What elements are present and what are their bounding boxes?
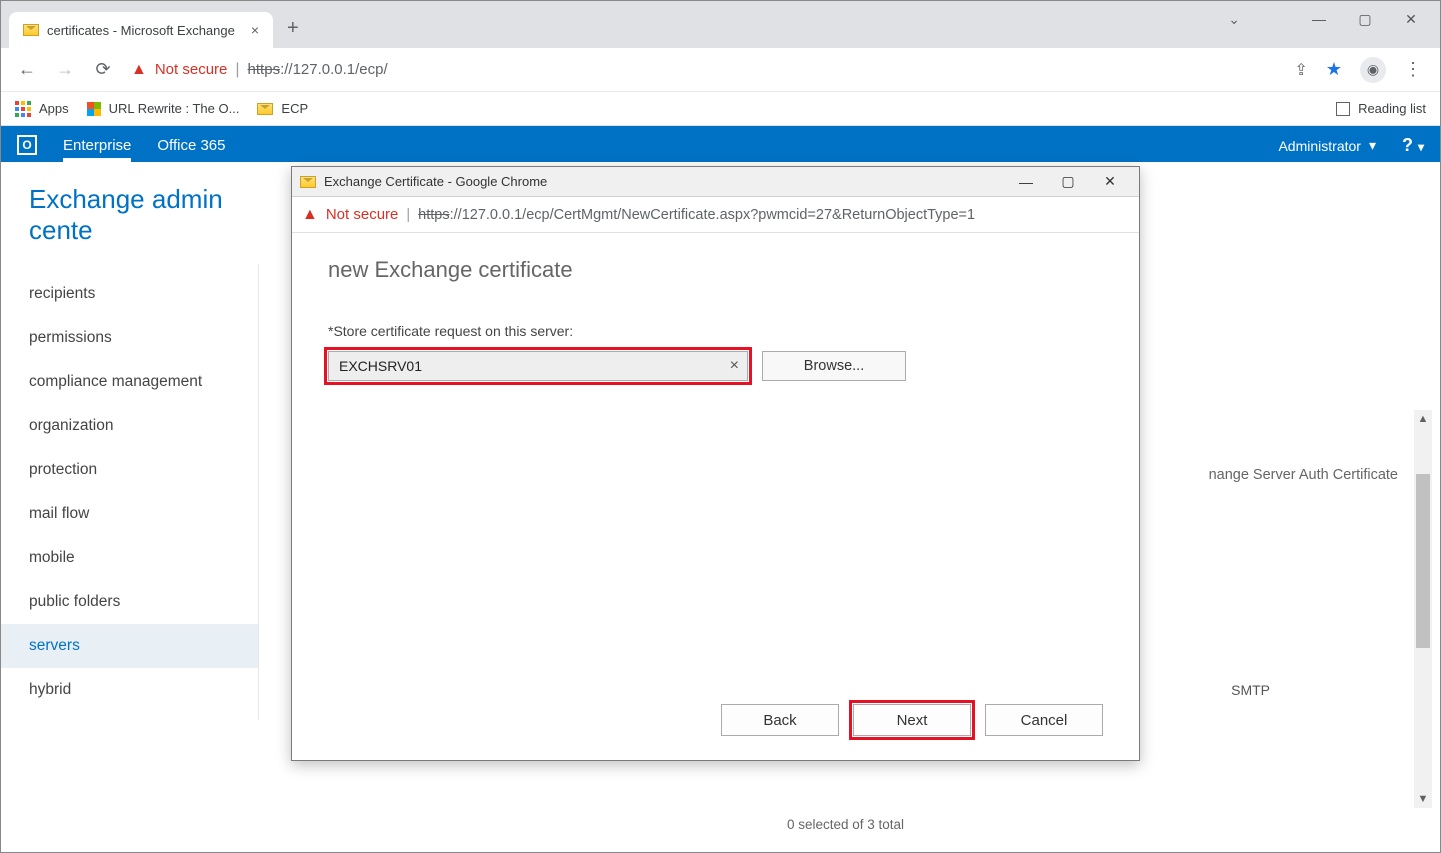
tab-overflow-icon[interactable]: ⌄ xyxy=(1228,11,1240,28)
sidebar-item-protection[interactable]: protection xyxy=(1,448,258,492)
popup-url: https://127.0.0.1/ecp/CertMgmt/NewCertif… xyxy=(418,207,975,223)
popup-body: new Exchange certificate *Store certific… xyxy=(292,233,1139,760)
list-icon xyxy=(1336,102,1350,116)
tab-favicon-icon xyxy=(23,24,39,36)
browser-tab-bar: certificates - Microsoft Exchange × + ⌄ … xyxy=(1,1,1440,48)
scroll-up-icon[interactable]: ▲ xyxy=(1414,410,1432,428)
profile-avatar-icon[interactable]: ◉ xyxy=(1360,57,1386,83)
nav-office365[interactable]: Office 365 xyxy=(157,137,225,162)
scroll-thumb[interactable] xyxy=(1416,474,1430,648)
page-title: Exchange admin cente xyxy=(1,162,259,264)
bookmark-url-rewrite[interactable]: URL Rewrite : The O... xyxy=(87,101,240,116)
url-text: https://127.0.0.1/ecp/ xyxy=(248,61,388,78)
kebab-menu-icon[interactable]: ⋮ xyxy=(1404,59,1422,80)
bookmark-star-icon[interactable]: ★ xyxy=(1326,59,1342,80)
browse-button[interactable]: Browse... xyxy=(762,351,906,381)
forward-button[interactable]: → xyxy=(51,56,79,84)
detail-partial-text: nange Server Auth Certificate xyxy=(1209,467,1398,483)
popup-buttons: Back Next Cancel xyxy=(721,704,1103,736)
popup-window: Exchange Certificate - Google Chrome — ▢… xyxy=(291,166,1140,761)
reload-button[interactable]: ⟳ xyxy=(89,56,117,84)
sidebar-item-public-folders[interactable]: public folders xyxy=(1,580,258,624)
browser-tab[interactable]: certificates - Microsoft Exchange × xyxy=(9,12,273,48)
popup-title-text: Exchange Certificate - Google Chrome xyxy=(324,174,547,189)
nav-enterprise[interactable]: Enterprise xyxy=(63,137,131,162)
user-menu[interactable]: Administrator ▾ xyxy=(1278,137,1376,162)
reading-list-label: Reading list xyxy=(1358,101,1426,116)
address-divider: | xyxy=(235,61,239,79)
popup-not-secure: Not secure xyxy=(326,206,399,223)
popup-heading: new Exchange certificate xyxy=(328,257,1103,283)
window-controls: — ▢ ✕ xyxy=(1296,4,1434,34)
server-picker[interactable]: EXCHSRV01 × xyxy=(328,351,748,381)
help-icon[interactable]: ? ▾ xyxy=(1402,135,1424,162)
server-picker-row: EXCHSRV01 × Browse... xyxy=(328,351,1103,381)
clear-icon[interactable]: × xyxy=(730,357,739,375)
address-bar-row: ← → ⟳ ▲ Not secure | https://127.0.0.1/e… xyxy=(1,48,1440,92)
bookmarks-bar: Apps URL Rewrite : The O... ECP Reading … xyxy=(1,92,1440,126)
popup-close-icon[interactable]: ✕ xyxy=(1089,168,1131,196)
bookmark-label: URL Rewrite : The O... xyxy=(109,101,240,116)
address-bar[interactable]: ▲ Not secure | https://127.0.0.1/ecp/ xyxy=(127,61,392,79)
close-window-icon[interactable]: ✕ xyxy=(1388,4,1434,34)
sidebar-item-mobile[interactable]: mobile xyxy=(1,536,258,580)
popup-minimize-icon[interactable]: — xyxy=(1005,168,1047,196)
popup-titlebar: Exchange Certificate - Google Chrome — ▢… xyxy=(292,167,1139,197)
apps-label: Apps xyxy=(39,101,69,116)
toolbar-right: ⇪ ★ ◉ ⋮ xyxy=(1294,57,1428,83)
status-bar: 0 selected of 3 total xyxy=(291,805,1400,844)
popup-favicon-icon xyxy=(300,176,316,188)
new-tab-button[interactable]: + xyxy=(273,17,313,40)
minimize-icon[interactable]: — xyxy=(1296,4,1342,34)
close-tab-icon[interactable]: × xyxy=(251,22,259,38)
sidebar-item-permissions[interactable]: permissions xyxy=(1,316,258,360)
sidebar-item-servers[interactable]: servers xyxy=(1,624,258,668)
bookmark-ecp[interactable]: ECP xyxy=(257,101,308,116)
sidebar-item-compliance-management[interactable]: compliance management xyxy=(1,360,258,404)
share-icon[interactable]: ⇪ xyxy=(1294,60,1307,80)
office-logo-icon: O xyxy=(17,135,37,155)
back-button[interactable]: ← xyxy=(13,56,41,84)
left-column: Exchange admin cente recipientspermissio… xyxy=(1,162,259,848)
popup-maximize-icon[interactable]: ▢ xyxy=(1047,168,1089,196)
next-button[interactable]: Next xyxy=(853,704,971,736)
maximize-icon[interactable]: ▢ xyxy=(1342,4,1388,34)
sidebar-item-hybrid[interactable]: hybrid xyxy=(1,668,258,712)
user-name: Administrator xyxy=(1278,138,1360,154)
smtp-label: SMTP xyxy=(1231,682,1270,698)
warning-icon: ▲ xyxy=(131,61,147,79)
reading-list-button[interactable]: Reading list xyxy=(1336,101,1426,116)
scroll-down-icon[interactable]: ▼ xyxy=(1414,790,1432,808)
microsoft-icon xyxy=(87,102,101,116)
popup-address-bar: ▲ Not secure | https://127.0.0.1/ecp/Cer… xyxy=(292,197,1139,233)
scrollbar[interactable]: ▲ ▼ xyxy=(1414,410,1432,808)
app-header: O Enterprise Office 365 Administrator ▾ … xyxy=(1,126,1440,162)
tab-title: certificates - Microsoft Exchange xyxy=(47,23,235,38)
not-secure-label: Not secure xyxy=(155,61,228,78)
field-label: *Store certificate request on this serve… xyxy=(328,323,1103,339)
cancel-button[interactable]: Cancel xyxy=(985,704,1103,736)
envelope-icon xyxy=(257,103,273,115)
sidebar-item-organization[interactable]: organization xyxy=(1,404,258,448)
back-button[interactable]: Back xyxy=(721,704,839,736)
warning-icon: ▲ xyxy=(302,206,318,224)
apps-bookmark[interactable]: Apps xyxy=(15,101,69,117)
sidebar-item-mail-flow[interactable]: mail flow xyxy=(1,492,258,536)
bookmark-label: ECP xyxy=(281,101,308,116)
sidebar-item-recipients[interactable]: recipients xyxy=(1,272,258,316)
apps-grid-icon xyxy=(15,101,31,117)
server-value: EXCHSRV01 xyxy=(339,358,422,374)
sidebar: recipientspermissionscompliance manageme… xyxy=(1,264,259,720)
